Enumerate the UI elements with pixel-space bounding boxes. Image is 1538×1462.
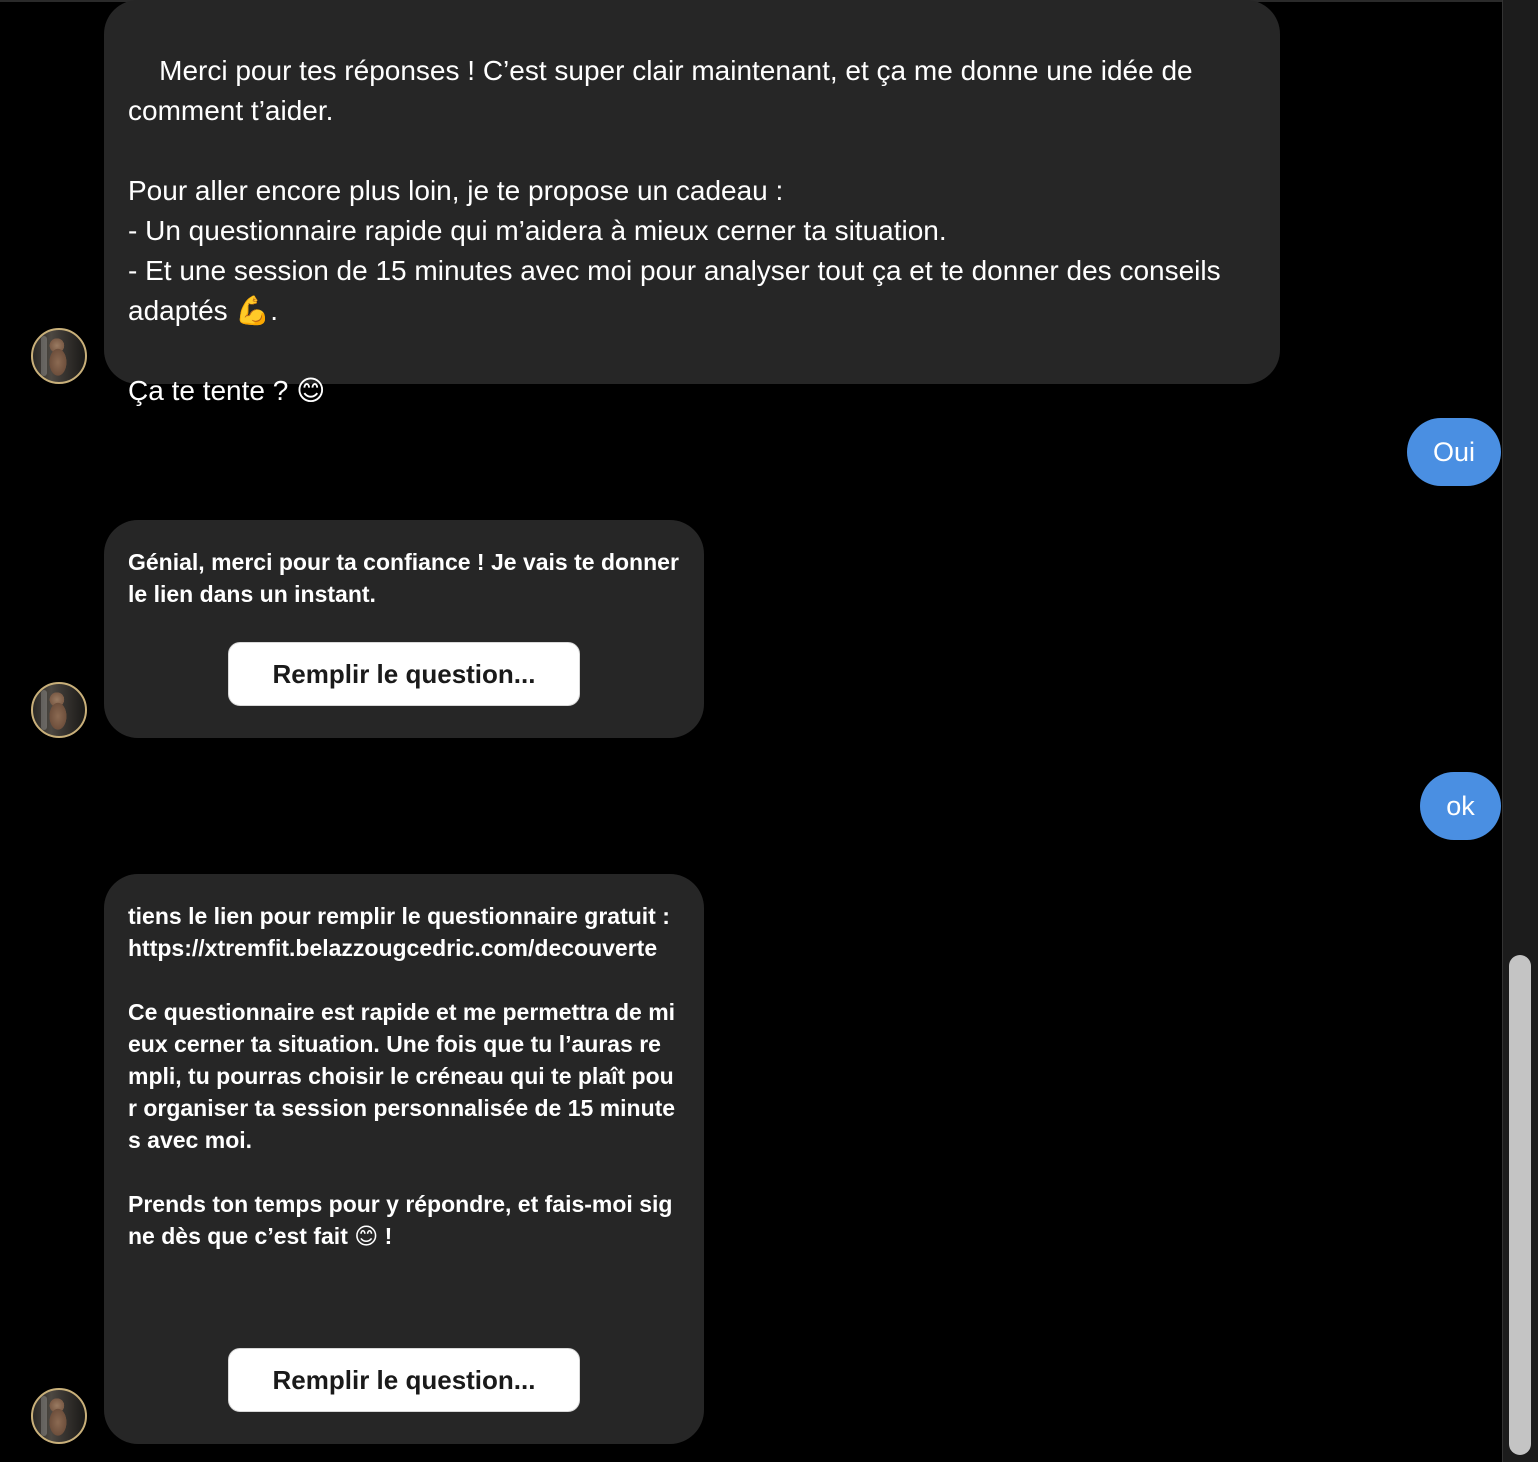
fill-questionnaire-button[interactable]: Remplir le question... bbox=[228, 642, 580, 706]
fill-questionnaire-button[interactable]: Remplir le question... bbox=[228, 1348, 580, 1412]
bot-message-text: Génial, merci pour ta confiance ! Je vai… bbox=[128, 549, 686, 607]
user-message-bubble: ok bbox=[1420, 772, 1501, 840]
user-message-bubble: Oui bbox=[1407, 418, 1501, 486]
chat-window: Merci pour tes réponses ! C’est super cl… bbox=[0, 0, 1538, 1462]
user-message-text: ok bbox=[1446, 790, 1475, 821]
bot-message-bubble: tiens le lien pour remplir le questionna… bbox=[104, 874, 704, 1444]
bot-avatar[interactable] bbox=[31, 328, 87, 384]
bot-message-bubble: Merci pour tes réponses ! C’est super cl… bbox=[104, 0, 1280, 406]
user-message-text: Oui bbox=[1432, 436, 1476, 467]
scrollbar-thumb[interactable] bbox=[1509, 955, 1531, 1455]
bot-avatar[interactable] bbox=[31, 682, 87, 738]
bot-avatar[interactable] bbox=[31, 1388, 87, 1444]
bot-message-text: Merci pour tes réponses ! C’est super cl… bbox=[128, 55, 1221, 406]
scrollbar-track[interactable] bbox=[1502, 0, 1538, 1462]
bot-message-text: tiens le lien pour remplir le questionna… bbox=[128, 903, 676, 1249]
bot-message-bubble: Génial, merci pour ta confiance ! Je vai… bbox=[104, 520, 704, 738]
